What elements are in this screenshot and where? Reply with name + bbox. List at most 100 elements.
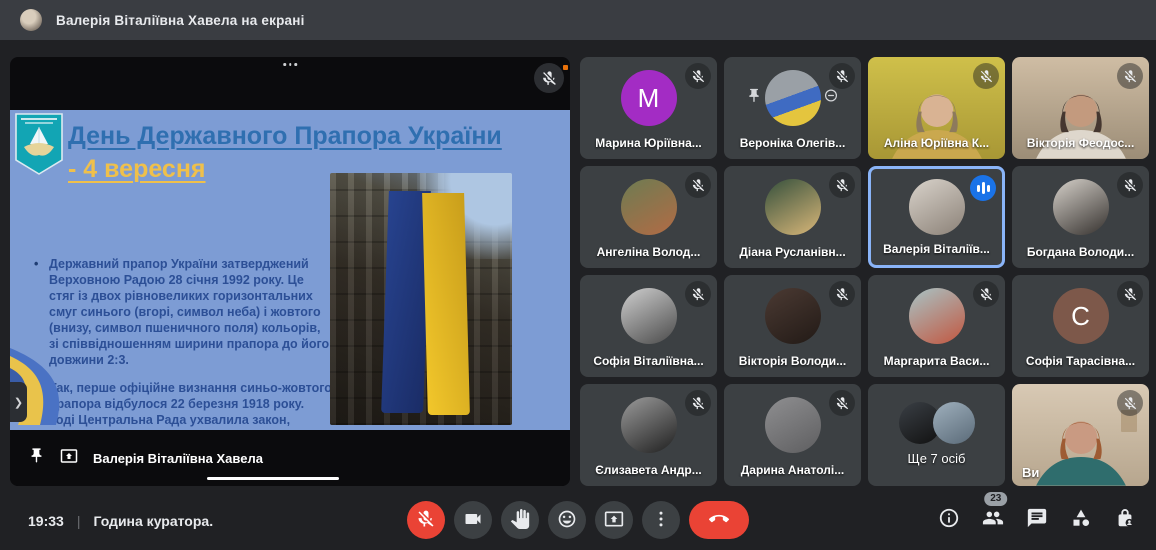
reactions-button[interactable] (548, 501, 586, 539)
participant-tile[interactable]: CСофія Тарасівна... (1012, 275, 1149, 377)
end-call-button[interactable] (689, 501, 749, 539)
mic-off-icon (1117, 63, 1143, 89)
info-icon (938, 507, 960, 534)
meeting-info: 19:33 | Година куратора. (28, 513, 213, 529)
more-options-button[interactable] (642, 501, 680, 539)
participant-count-badge: 23 (984, 492, 1007, 506)
mic-off-icon (1117, 172, 1143, 198)
meeting-details-button[interactable] (938, 507, 960, 534)
avatar (621, 288, 677, 344)
raise-hand-button[interactable] (501, 501, 539, 539)
panel-buttons: 23 (938, 507, 1136, 534)
participant-tile[interactable]: Єлизавета Андр... (580, 384, 717, 486)
participant-tile[interactable]: Діана Русланівн... (724, 166, 861, 268)
participant-name: Єлизавета Андр... (584, 463, 713, 477)
scrub-bar[interactable] (207, 477, 339, 480)
mic-off-icon (829, 172, 855, 198)
participant-tile[interactable]: Аліна Юріївна К... (868, 57, 1005, 159)
participant-tile[interactable]: Вероніка Олегів... (724, 57, 861, 159)
present-to-all-icon (60, 447, 78, 470)
mic-off-icon (1117, 390, 1143, 416)
meet-window: Валерія Віталіївна Хавела на екрані День… (0, 0, 1156, 550)
hand-icon (510, 509, 530, 532)
avatar: C (1053, 288, 1109, 344)
participant-tile[interactable]: Ще 7 осіб (868, 384, 1005, 486)
shared-screen-tile[interactable]: День Державного Прапора України - 4 вере… (10, 57, 570, 486)
presenter-avatar (20, 9, 42, 31)
speaking-indicator-icon (970, 175, 996, 201)
pin-icon (746, 88, 762, 109)
slide-title-line1: День Державного Прапора України (68, 120, 502, 153)
participant-name: Дарина Анатолі... (728, 463, 857, 477)
participant-name: Вікторія Феодос... (1016, 136, 1145, 150)
slide-prev-tab[interactable]: ❯ (10, 382, 27, 422)
camera-button[interactable] (454, 501, 492, 539)
people-button[interactable]: 23 (982, 507, 1004, 534)
host-controls-button[interactable] (1114, 507, 1136, 534)
mic-off-icon (685, 63, 711, 89)
host-lock-icon (1114, 507, 1136, 534)
do-not-disturb-icon (823, 88, 839, 109)
activities-button[interactable] (1070, 507, 1092, 534)
mic-off-icon (829, 281, 855, 307)
mic-off-icon (829, 390, 855, 416)
participant-name: Аліна Юріївна К... (872, 136, 1001, 150)
participant-tile[interactable]: Богдана Володи... (1012, 166, 1149, 268)
participant-tile[interactable]: Маргарита Васи... (868, 275, 1005, 377)
participant-tile[interactable]: Ангеліна Волод... (580, 166, 717, 268)
avatar (621, 397, 677, 453)
avatar (621, 179, 677, 235)
presenting-banner-title: Валерія Віталіївна Хавела на екрані (56, 13, 305, 28)
smiley-icon (557, 509, 577, 532)
participant-name: Марина Юріївна... (584, 136, 713, 150)
participant-tile[interactable]: Валерія Віталіїв... (868, 166, 1005, 268)
microphone-off-button[interactable] (407, 501, 445, 539)
avatar (765, 288, 821, 344)
flag-building-photo (330, 173, 512, 425)
present-button[interactable] (595, 501, 633, 539)
participant-tile[interactable]: Софія Віталіївна... (580, 275, 717, 377)
clock-time: 19:33 (28, 513, 64, 529)
participant-grid: M Марина Юріївна... Вероніка Олегів... Алі… (580, 57, 1149, 486)
participant-name: Вікторія Володи... (728, 354, 857, 368)
avatar (1053, 179, 1109, 235)
university-crest-icon (15, 113, 63, 180)
call-end-icon (709, 509, 729, 532)
people-icon (982, 507, 1004, 534)
participant-tile[interactable]: Вікторія Володи... (724, 275, 861, 377)
chat-icon (1026, 507, 1048, 534)
avatar (765, 397, 821, 453)
mic-off-icon (829, 63, 855, 89)
call-controls (407, 501, 749, 539)
avatar (765, 70, 821, 126)
presenter-name: Валерія Віталіївна Хавела (93, 451, 263, 466)
mic-off-icon (685, 390, 711, 416)
participant-tile[interactable]: M Марина Юріївна... (580, 57, 717, 159)
slide: День Державного Прапора України - 4 вере… (10, 110, 570, 430)
participant-name: Богдана Володи... (1016, 245, 1145, 259)
avatar: M (621, 70, 677, 126)
participant-tile[interactable]: Ви (1012, 384, 1149, 486)
mic-off-icon (685, 281, 711, 307)
bottom-bar: 19:33 | Година куратора. 23 (0, 486, 1156, 550)
presenting-banner: Валерія Віталіївна Хавела на екрані (0, 0, 1156, 40)
activities-icon (1070, 507, 1092, 534)
participant-tile[interactable]: Вікторія Феодос... (1012, 57, 1149, 159)
participant-name: Маргарита Васи... (872, 354, 1001, 368)
tile-options-icon[interactable] (283, 63, 297, 66)
presenter-mic-off-icon (534, 63, 564, 93)
mic-off-icon (973, 63, 999, 89)
participant-name: Валерія Віталіїв... (875, 242, 998, 256)
participant-name: Діана Русланівн... (728, 245, 857, 259)
divider: | (77, 513, 81, 529)
mic-off-icon (1117, 281, 1143, 307)
mic-off-icon (685, 172, 711, 198)
participant-name: Вероніка Олегів... (728, 136, 857, 150)
meeting-name: Година куратора. (93, 513, 213, 529)
present-icon (604, 509, 624, 532)
participant-tile[interactable]: Дарина Анатолі... (724, 384, 861, 486)
participant-name: Ще 7 осіб (872, 451, 1001, 466)
chat-button[interactable] (1026, 507, 1048, 534)
avatar (933, 402, 975, 444)
pin-icon[interactable] (28, 447, 45, 469)
